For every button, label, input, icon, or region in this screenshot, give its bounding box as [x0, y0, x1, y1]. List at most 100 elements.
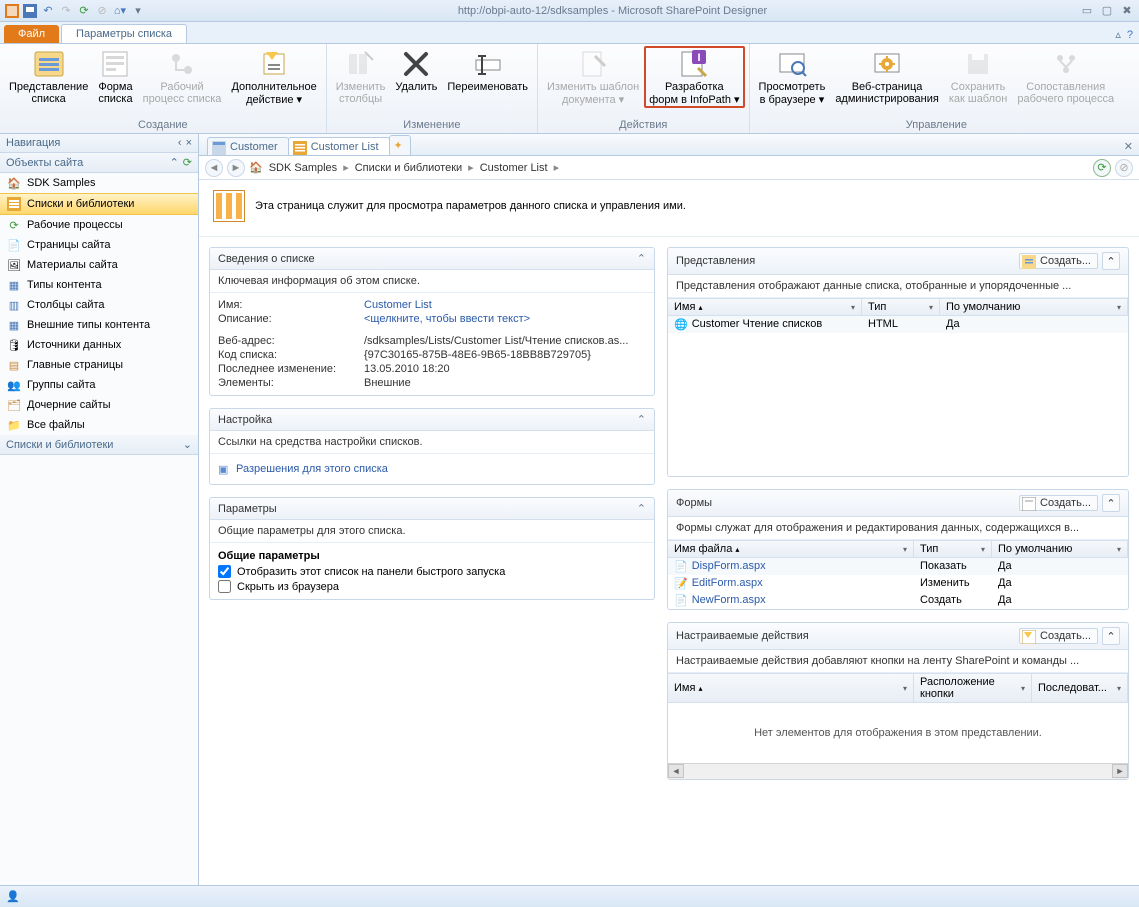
create-action-button[interactable]: Создать... [1019, 628, 1098, 644]
stop-icon[interactable]: ⊘ [94, 3, 110, 19]
chevron-left-icon[interactable]: ‹ [178, 137, 182, 149]
panel-title: Параметры [218, 503, 277, 515]
quicklaunch-checkbox-row[interactable]: Отобразить этот список на панели быстрог… [218, 564, 646, 579]
navigation-header[interactable]: Навигация‹× [0, 134, 198, 153]
collapse-icon[interactable]: ⌃ [637, 502, 646, 515]
minimize-ribbon-icon[interactable]: ▵ [1115, 28, 1121, 41]
close-icon[interactable]: ✖ [1119, 4, 1135, 18]
scroll-left-icon[interactable]: ◄ [668, 764, 684, 778]
nav-item-subsites[interactable]: 🗂Дочерние сайты [0, 395, 198, 415]
save-template-button: Сохранить как шаблон [944, 46, 1013, 107]
collapse-icon[interactable]: ⌃ [1102, 252, 1120, 270]
view-type: HTML [862, 317, 940, 332]
redo-icon[interactable]: ↷ [58, 3, 74, 19]
qat-customize-icon[interactable]: ▾ [130, 3, 146, 19]
h-scrollbar[interactable]: ◄► [668, 763, 1128, 779]
hide-browser-checkbox[interactable] [218, 580, 231, 593]
col-type[interactable]: Тип▾ [862, 299, 940, 315]
refresh-icon[interactable]: ⟳ [76, 3, 92, 19]
form-name: NewForm.aspx [692, 594, 766, 607]
admin-page-button[interactable]: Веб-страница администрирования [830, 46, 944, 107]
form-row[interactable]: 📄DispForm.aspx Показать Да [668, 558, 1128, 575]
quicklaunch-checkbox[interactable] [218, 565, 231, 578]
doc-tab-customer-list[interactable]: Customer List [288, 137, 390, 155]
refresh-icon[interactable]: ⟳ [183, 156, 192, 169]
doc-tab-customer[interactable]: Customer [207, 137, 289, 155]
info-desc-value[interactable]: <щелкните, чтобы ввести текст> [364, 313, 530, 325]
panel-subtitle: Ключевая информация об этом списке. [210, 270, 654, 293]
save-icon[interactable] [22, 3, 38, 19]
close-pane-icon[interactable]: × [186, 137, 192, 149]
home-icon[interactable]: 🏠 [249, 161, 263, 174]
close-tab-icon[interactable]: ✕ [1124, 140, 1133, 155]
info-name-value[interactable]: Customer List [364, 299, 432, 311]
col-filename[interactable]: Имя файла▴▾ [668, 541, 914, 557]
refresh-icon[interactable]: ⟳ [1093, 159, 1111, 177]
breadcrumb-seg3[interactable]: Customer List [478, 162, 550, 174]
lists-libraries-header[interactable]: Списки и библиотеки⌄ [0, 435, 198, 455]
nav-item-data-sources[interactable]: 🛢Источники данных [0, 335, 198, 355]
collapse-icon[interactable]: ⌃ [1102, 494, 1120, 512]
nav-item-content-types[interactable]: ▦Типы контента [0, 275, 198, 295]
list-form-button[interactable]: Форма списка [93, 46, 137, 107]
ribbon-group-edit-label: Изменение [327, 119, 537, 133]
view-name: Customer Чтение списков [692, 318, 823, 331]
nav-item-site-columns[interactable]: ▥Столбцы сайта [0, 295, 198, 315]
create-view-button[interactable]: Создать... [1019, 253, 1098, 269]
additional-action-button[interactable]: Дополнительное действие ▾ [226, 46, 321, 108]
site-objects-header[interactable]: Объекты сайта⌃⟳ [0, 153, 198, 173]
minimize-icon[interactable]: ▭ [1079, 4, 1095, 18]
nav-forward-button[interactable]: ► [227, 159, 245, 177]
col-sequence[interactable]: Последоват...▾ [1032, 674, 1128, 702]
home-dropdown-icon[interactable]: ⌂▾ [112, 3, 128, 19]
collapse-icon[interactable]: ⌃ [637, 252, 646, 265]
nav-item-all-files[interactable]: 📁Все файлы [0, 415, 198, 435]
breadcrumb-seg2[interactable]: Списки и библиотеки [353, 162, 464, 174]
chevron-down-icon[interactable]: ⌄ [183, 438, 192, 451]
collapse-icon[interactable]: ⌃ [1102, 627, 1120, 645]
nav-item-site-assets[interactable]: 🖼Материалы сайта [0, 255, 198, 275]
col-default[interactable]: По умолчанию▾ [992, 541, 1128, 557]
form-row[interactable]: 📄NewForm.aspx Создать Да [668, 592, 1128, 609]
maximize-icon[interactable]: ▢ [1099, 4, 1115, 18]
groups-icon: 👥 [6, 377, 22, 393]
col-name[interactable]: Имя▴▾ [668, 299, 862, 315]
app-icon [4, 3, 20, 19]
create-form-button[interactable]: Создать... [1019, 495, 1098, 511]
new-tab-button[interactable]: ✦ [389, 135, 411, 155]
rename-button[interactable]: Переименовать [442, 46, 533, 95]
nav-item-sdksamples[interactable]: 🏠SDK Samples [0, 173, 198, 193]
breadcrumb-seg1[interactable]: SDK Samples [267, 162, 339, 174]
chevron-up-icon[interactable]: ⌃ [170, 156, 179, 169]
list-view-button[interactable]: Представление списка [4, 46, 93, 107]
nav-item-external-types[interactable]: ▦Внешние типы контента [0, 315, 198, 335]
nav-item-workflows[interactable]: ⟳Рабочие процессы [0, 215, 198, 235]
view-row[interactable]: 🌐Customer Чтение списков HTML Да [668, 316, 1128, 333]
hide-browser-checkbox-row[interactable]: Скрыть из браузера [218, 579, 646, 594]
columns-icon: ▥ [6, 297, 22, 313]
col-name[interactable]: Имя▴▾ [668, 674, 914, 702]
help-icon[interactable]: ? [1127, 29, 1133, 41]
col-location[interactable]: Расположение кнопки▾ [914, 674, 1032, 702]
form-default: Да [992, 593, 1018, 608]
nav-item-site-groups[interactable]: 👥Группы сайта [0, 375, 198, 395]
nav-back-button[interactable]: ◄ [205, 159, 223, 177]
collapse-icon[interactable]: ⌃ [637, 413, 646, 426]
list-params-tab[interactable]: Параметры списка [61, 24, 187, 43]
svg-text:I: I [698, 52, 701, 64]
nav-item-master-pages[interactable]: ▤Главные страницы [0, 355, 198, 375]
delete-button[interactable]: Удалить [390, 46, 442, 95]
stop-icon[interactable]: ⊘ [1115, 159, 1133, 177]
nav-item-site-pages[interactable]: 📄Страницы сайта [0, 235, 198, 255]
scroll-right-icon[interactable]: ► [1112, 764, 1128, 778]
file-tab[interactable]: Файл [4, 25, 59, 43]
table-icon [212, 141, 226, 155]
permissions-link[interactable]: Разрешения для этого списка [218, 459, 646, 479]
col-type[interactable]: Тип▾ [914, 541, 992, 557]
col-default[interactable]: По умолчанию▾ [940, 299, 1128, 315]
preview-browser-button[interactable]: Просмотреть в браузере ▾ [754, 46, 831, 108]
nav-item-lists[interactable]: Списки и библиотеки [0, 193, 198, 215]
undo-icon[interactable]: ↶ [40, 3, 56, 19]
form-row[interactable]: 📝EditForm.aspx Изменить Да [668, 575, 1128, 592]
infopath-design-button[interactable]: IРазработка форм в InfoPath ▾ [644, 46, 744, 108]
